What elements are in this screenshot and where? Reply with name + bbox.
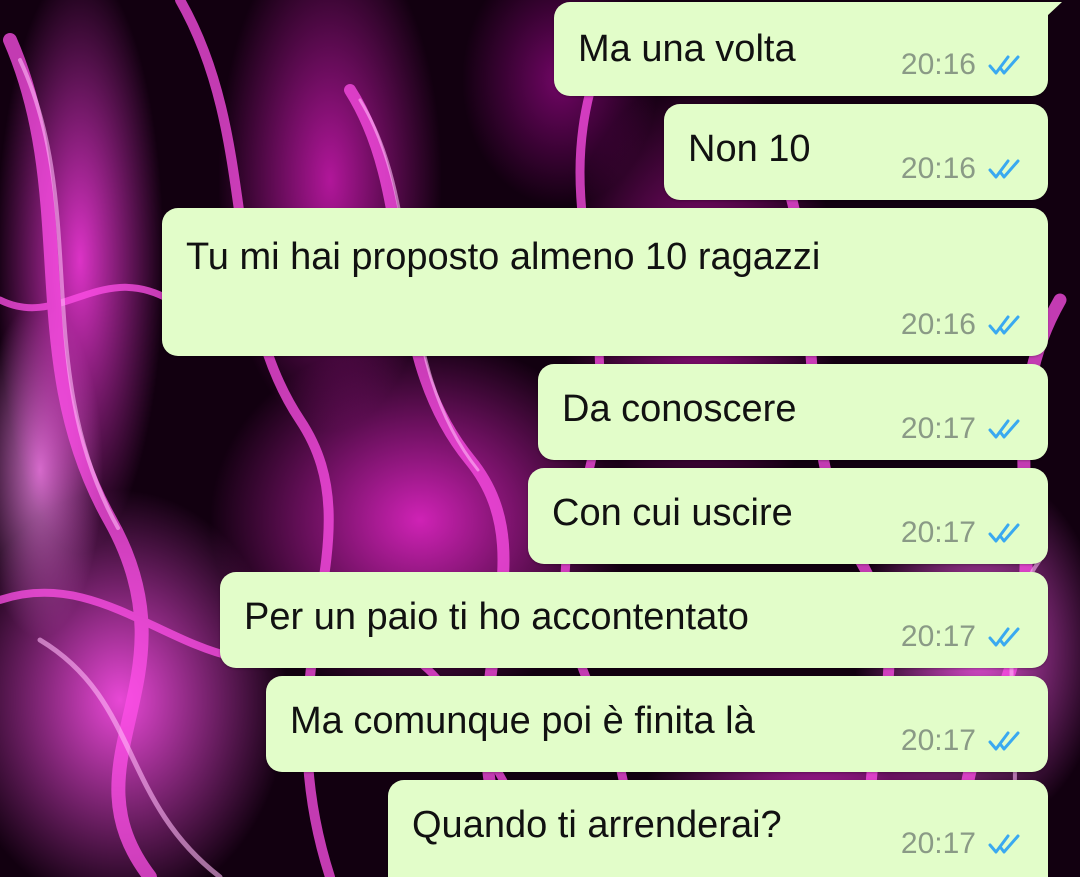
- read-double-check-icon: [988, 315, 1020, 335]
- message-time: 20:17: [900, 412, 976, 445]
- outgoing-message[interactable]: Non 10 20:16: [664, 104, 1048, 200]
- message-text: Da conoscere: [562, 388, 797, 430]
- message-meta: 20:16: [901, 152, 1022, 186]
- message-time: 20:16: [900, 308, 976, 341]
- message-meta: 20:17: [901, 724, 1022, 758]
- outgoing-message[interactable]: Con cui uscire 20:17: [528, 468, 1048, 564]
- message-time: 20:17: [900, 827, 976, 860]
- outgoing-message[interactable]: Per un paio ti ho accontentato 20:17: [220, 572, 1048, 668]
- outgoing-message[interactable]: Da conoscere 20:17: [538, 364, 1048, 460]
- message-time: 20:16: [900, 48, 976, 81]
- outgoing-message[interactable]: Ma comunque poi è finita là 20:17: [266, 676, 1048, 772]
- bubble-tail: [1022, 2, 1062, 30]
- message-meta: 20:17: [901, 412, 1022, 446]
- message-meta: 20:17: [901, 620, 1022, 654]
- message-text: Ma una volta: [578, 28, 796, 70]
- message-meta: 20:16: [901, 308, 1022, 342]
- message-time: 20:16: [900, 152, 976, 185]
- message-time: 20:17: [900, 724, 976, 757]
- message-meta: 20:16: [901, 48, 1022, 82]
- message-time: 20:17: [900, 620, 976, 653]
- message-text: Per un paio ti ho accontentato: [244, 596, 749, 638]
- message-text: Con cui uscire: [552, 492, 793, 534]
- read-double-check-icon: [988, 731, 1020, 751]
- message-list[interactable]: Ma una volta 20:16 Non 10 20:16 Tu mi ha…: [0, 0, 1080, 877]
- read-double-check-icon: [988, 523, 1020, 543]
- message-meta: 20:17: [901, 516, 1022, 550]
- read-double-check-icon: [988, 627, 1020, 647]
- message-text: Tu mi hai proposto almeno 10 ragazzi: [186, 236, 821, 278]
- message-time: 20:17: [900, 516, 976, 549]
- read-double-check-icon: [988, 55, 1020, 75]
- read-double-check-icon: [988, 159, 1020, 179]
- message-meta: 20:17: [901, 827, 1022, 861]
- outgoing-message[interactable]: Tu mi hai proposto almeno 10 ragazzi 20:…: [162, 208, 1048, 356]
- message-text: Quando ti arrenderai?: [412, 804, 782, 846]
- message-text: Non 10: [688, 128, 811, 170]
- read-double-check-icon: [988, 834, 1020, 854]
- message-text: Ma comunque poi è finita là: [290, 700, 755, 742]
- outgoing-message[interactable]: Ma una volta 20:16: [554, 2, 1062, 96]
- outgoing-message[interactable]: Quando ti arrenderai? 20:17: [388, 780, 1048, 877]
- read-double-check-icon: [988, 419, 1020, 439]
